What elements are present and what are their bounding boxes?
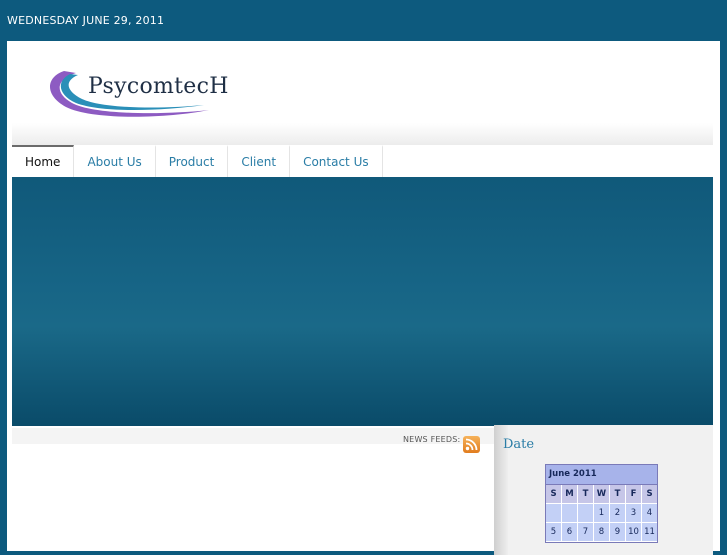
nav-client[interactable]: Client	[228, 145, 291, 177]
calendar-day	[578, 504, 594, 523]
calendar-day[interactable]: 11	[642, 523, 657, 542]
day-name: W	[594, 485, 610, 504]
nav-about-us[interactable]: About Us	[74, 145, 156, 177]
nav-product[interactable]: Product	[156, 145, 229, 177]
main-nav: Home About Us Product Client Contact Us	[12, 145, 713, 177]
logo[interactable]: PsycomtecH	[44, 65, 228, 121]
calendar-day[interactable]: 2	[610, 504, 626, 523]
hero-banner	[12, 177, 713, 426]
day-name: M	[562, 485, 578, 504]
day-name: F	[626, 485, 642, 504]
calendar-day[interactable]: 6	[562, 523, 578, 542]
calendar-day[interactable]: 9	[610, 523, 626, 542]
top-date: WEDNESDAY JUNE 29, 2011	[7, 14, 165, 27]
site-header: PsycomtecH	[12, 47, 713, 123]
calendar-day[interactable]: 1	[594, 504, 610, 523]
day-name: T	[610, 485, 626, 504]
calendar-widget: June 2011 S M T W T F S 1 2 3 4 5 6 7 8 …	[545, 464, 658, 543]
calendar-day[interactable]: 10	[626, 523, 642, 542]
logo-text: PsycomtecH	[88, 74, 229, 99]
nav-contact-us[interactable]: Contact Us	[290, 145, 383, 177]
header-band	[12, 123, 713, 145]
calendar-title: June 2011	[546, 465, 657, 485]
calendar-week: 1 2 3 4	[546, 504, 657, 523]
page-frame: PsycomtecH Home About Us Product Client …	[7, 41, 720, 555]
calendar-day[interactable]: 7	[578, 523, 594, 542]
day-name: T	[578, 485, 594, 504]
sidebar-heading: Date	[503, 437, 535, 452]
calendar-day[interactable]: 4	[642, 504, 657, 523]
day-name: S	[642, 485, 657, 504]
news-feeds-label: NEWS FEEDS:	[403, 435, 461, 444]
rss-icon[interactable]	[463, 436, 480, 453]
calendar-day	[562, 504, 578, 523]
rss-glyph	[465, 438, 478, 451]
calendar-day	[546, 504, 562, 523]
calendar-day-names: S M T W T F S	[546, 485, 657, 504]
day-name: S	[546, 485, 562, 504]
calendar-day[interactable]: 5	[546, 523, 562, 542]
calendar-week: 5 6 7 8 9 10 11	[546, 523, 657, 542]
nav-home[interactable]: Home	[12, 145, 75, 177]
calendar-day[interactable]: 8	[594, 523, 610, 542]
calendar-day[interactable]: 3	[626, 504, 642, 523]
